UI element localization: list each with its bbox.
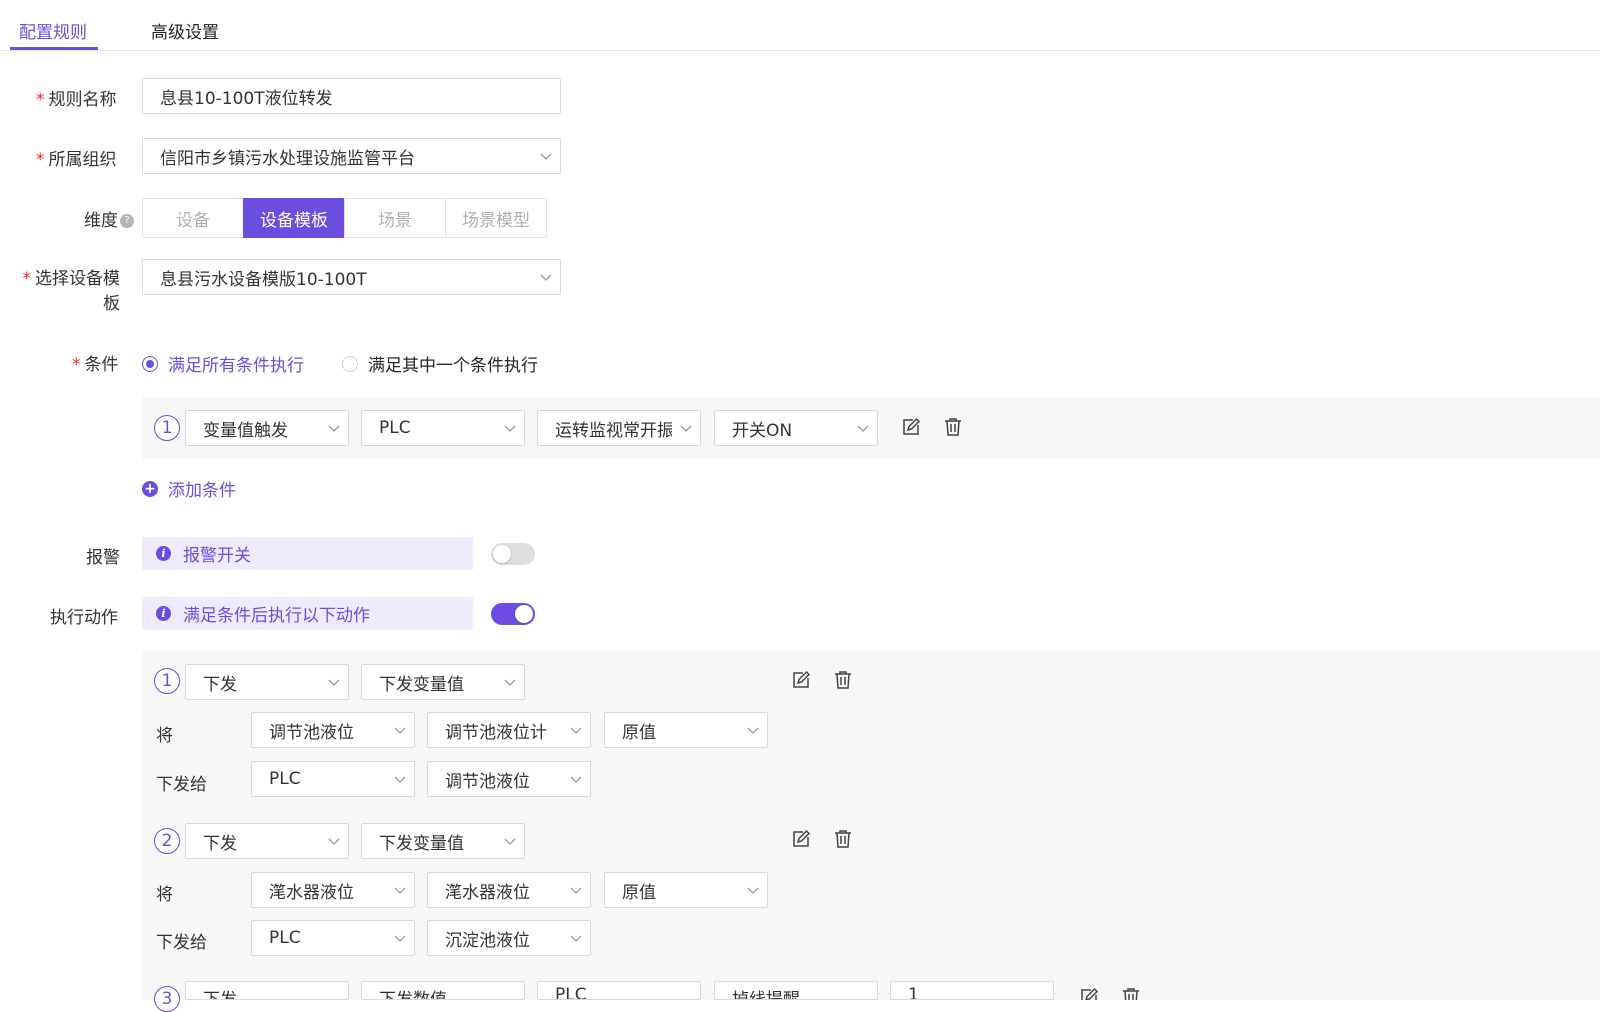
chevron-down-icon bbox=[849, 411, 877, 445]
chevron-down-icon bbox=[672, 411, 700, 445]
source-value-select[interactable]: 原值 bbox=[604, 872, 768, 908]
help-icon[interactable]: ? bbox=[120, 214, 134, 228]
action-variable-select[interactable]: 掉线提醒 bbox=[714, 981, 878, 1000]
radio-all-conditions[interactable]: 满足所有条件执行 bbox=[142, 351, 304, 376]
action-toggle[interactable] bbox=[491, 603, 535, 625]
edit-icon[interactable] bbox=[1078, 986, 1100, 1000]
chevron-down-icon bbox=[562, 713, 590, 747]
active-tab-indicator bbox=[10, 47, 98, 50]
target-row-label: 下发给 bbox=[156, 933, 207, 953]
org-label: * 所属组织 bbox=[36, 150, 117, 170]
condition-value-select[interactable]: 开关ON bbox=[714, 410, 878, 446]
rule-name-input[interactable]: 息县10-100T液位转发 bbox=[142, 78, 561, 114]
plus-circle-icon: + bbox=[142, 480, 158, 497]
action-subtype-select[interactable]: 下发变量值 bbox=[361, 664, 525, 700]
action-type-select[interactable]: 下发 bbox=[185, 664, 349, 700]
edit-icon[interactable] bbox=[790, 828, 812, 850]
action-label: 执行动作 bbox=[50, 608, 118, 628]
chevron-down-icon bbox=[386, 873, 414, 907]
action-info-bar: i 满足条件后执行以下动作 bbox=[142, 597, 473, 630]
chevron-down-icon bbox=[496, 411, 524, 445]
target-device-select[interactable]: PLC bbox=[251, 761, 415, 797]
source-value-select[interactable]: 原值 bbox=[604, 712, 768, 748]
source-row-label: 将 bbox=[156, 885, 173, 905]
chevron-down-icon bbox=[532, 260, 560, 294]
condition-trigger-select[interactable]: 变量值触发 bbox=[185, 410, 349, 446]
condition-index: 1 bbox=[154, 415, 180, 441]
action-index: 3 bbox=[154, 986, 180, 1012]
info-icon: i bbox=[156, 606, 171, 621]
tab-config-rules[interactable]: 配置规则 bbox=[19, 18, 87, 43]
trash-icon[interactable] bbox=[832, 669, 854, 691]
source-device-select[interactable]: 滗水器液位 bbox=[251, 872, 415, 908]
chevron-down-icon bbox=[386, 762, 414, 796]
action-type-select[interactable]: 下发 bbox=[185, 981, 349, 1000]
chevron-down-icon bbox=[739, 873, 767, 907]
edit-icon[interactable] bbox=[790, 669, 812, 691]
dimension-segmented: 设备 设备模板 场景 场景模型 bbox=[142, 198, 547, 238]
condition-variable-select[interactable]: 运转监视常开振 bbox=[537, 410, 701, 446]
chevron-down-icon bbox=[739, 713, 767, 747]
radio-dot bbox=[142, 355, 158, 372]
chevron-down-icon bbox=[562, 921, 590, 955]
rule-name-label: * 规则名称 bbox=[36, 90, 117, 110]
chevron-down-icon bbox=[320, 824, 348, 858]
action-type-select[interactable]: 下发 bbox=[185, 823, 349, 859]
trash-icon[interactable] bbox=[1120, 986, 1142, 1000]
trash-icon[interactable] bbox=[832, 828, 854, 850]
tab-bar: 配置规则 高级设置 bbox=[0, 0, 1600, 51]
source-device-select[interactable]: 调节池液位 bbox=[251, 712, 415, 748]
chevron-down-icon bbox=[562, 762, 590, 796]
action-index: 1 bbox=[154, 668, 180, 694]
chevron-down-icon bbox=[386, 921, 414, 955]
chevron-down-icon bbox=[320, 665, 348, 699]
add-condition-link[interactable]: + 添加条件 bbox=[142, 476, 236, 501]
dimension-option-device[interactable]: 设备 bbox=[142, 198, 244, 238]
alarm-info-bar: i 报警开关 bbox=[142, 537, 473, 570]
template-label: * 选择设备模板 bbox=[22, 269, 121, 314]
toggle-knob bbox=[493, 545, 511, 563]
tab-advanced-settings[interactable]: 高级设置 bbox=[151, 18, 219, 43]
action-subtype-select[interactable]: 下发数值 bbox=[361, 981, 525, 1000]
source-row-label: 将 bbox=[156, 726, 173, 746]
chevron-down-icon bbox=[320, 411, 348, 445]
dimension-label: 维度? bbox=[84, 206, 134, 231]
target-variable-select[interactable]: 调节池液位 bbox=[427, 761, 591, 797]
edit-icon[interactable] bbox=[900, 416, 922, 438]
template-select[interactable]: 息县污水设备模版10-100T bbox=[142, 259, 561, 295]
dimension-option-device-template[interactable]: 设备模板 bbox=[243, 198, 345, 238]
chevron-down-icon bbox=[496, 665, 524, 699]
trash-icon[interactable] bbox=[942, 416, 964, 438]
action-value-input[interactable]: 1 bbox=[890, 981, 1054, 1000]
action-device-select[interactable]: PLC bbox=[537, 981, 701, 1000]
chevron-down-icon bbox=[386, 713, 414, 747]
alarm-toggle[interactable] bbox=[491, 543, 535, 565]
target-variable-select[interactable]: 沉淀池液位 bbox=[427, 920, 591, 956]
radio-any-condition[interactable]: 满足其中一个条件执行 bbox=[342, 351, 538, 376]
radio-dot bbox=[342, 355, 358, 372]
source-variable-select[interactable]: 滗水器液位 bbox=[427, 872, 591, 908]
target-device-select[interactable]: PLC bbox=[251, 920, 415, 956]
toggle-knob bbox=[515, 605, 533, 623]
chevron-down-icon bbox=[532, 139, 560, 173]
target-row-label: 下发给 bbox=[156, 775, 207, 795]
dimension-option-scene[interactable]: 场景 bbox=[344, 198, 446, 238]
info-icon: i bbox=[156, 546, 171, 561]
org-select[interactable]: 信阳市乡镇污水处理设施监管平台 bbox=[142, 138, 561, 174]
source-variable-select[interactable]: 调节池液位计 bbox=[427, 712, 591, 748]
condition-device-select[interactable]: PLC bbox=[361, 410, 525, 446]
conditions-label: * 条件 bbox=[72, 355, 119, 375]
chevron-down-icon bbox=[496, 824, 524, 858]
dimension-option-scene-model[interactable]: 场景模型 bbox=[445, 198, 547, 238]
alarm-label: 报警 bbox=[86, 548, 120, 568]
action-index: 2 bbox=[154, 828, 180, 854]
action-subtype-select[interactable]: 下发变量值 bbox=[361, 823, 525, 859]
chevron-down-icon bbox=[562, 873, 590, 907]
